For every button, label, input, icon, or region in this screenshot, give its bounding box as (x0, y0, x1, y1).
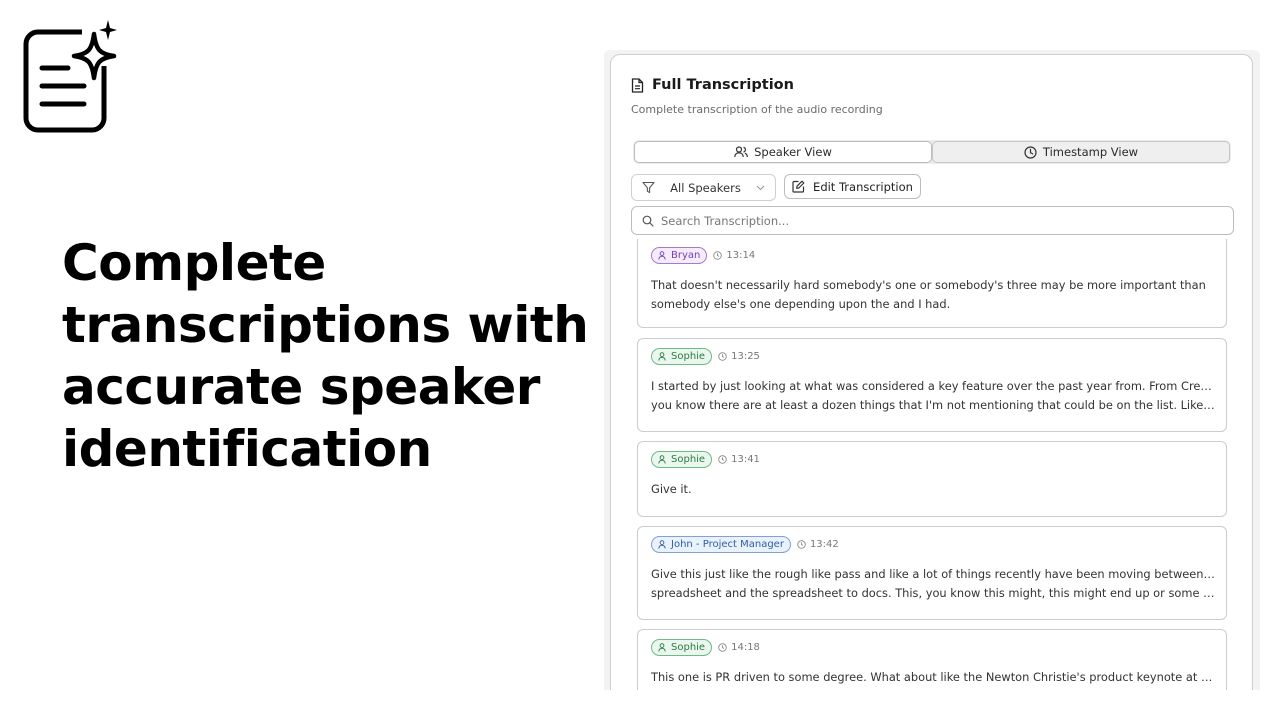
clock-icon (718, 643, 727, 652)
card-subtitle: Complete transcription of the audio reco… (631, 103, 883, 116)
ai-document-logo-icon (23, 20, 117, 133)
transcript-entry: Bryan 13:14 That doesn't necessarily har… (637, 239, 1227, 328)
clock-icon (1024, 145, 1037, 159)
clock-icon (713, 251, 723, 260)
edit-icon (792, 180, 805, 193)
transcription-list: Bryan 13:14 That doesn't necessarily har… (637, 239, 1229, 690)
transcript-entry: Sophie 13:41 Give it. (637, 441, 1227, 517)
timestamp: 13:14 (713, 250, 755, 261)
document-icon (631, 77, 644, 93)
text-line: Give this just like the rough like pass … (651, 567, 1216, 581)
timestamp: 13:25 (718, 351, 760, 362)
headline-line: accurate speaker (62, 358, 540, 416)
user-icon (658, 455, 666, 464)
headline-line: identification (62, 420, 432, 478)
transcription-card: Full Transcription Complete transcriptio… (610, 54, 1253, 690)
text-line: This one is PR driven to some degree. Wh… (651, 670, 1216, 684)
timestamp: 13:41 (718, 454, 760, 465)
user-icon (658, 251, 666, 260)
speaker-name: Bryan (671, 250, 701, 261)
text-line: That doesn't necessarily hard somebody's… (651, 278, 1206, 292)
user-icon (658, 540, 666, 549)
transcript-text: Give this just like the rough like pass … (651, 565, 1216, 603)
text-line: somebody else's one depending upon the a… (651, 297, 951, 311)
timestamp-text: 13:14 (726, 250, 756, 261)
timestamp-text: 13:42 (809, 539, 839, 550)
speaker-badge[interactable]: Sophie (651, 348, 713, 365)
headline-line: Complete (62, 234, 326, 292)
user-icon (658, 352, 666, 361)
clock-icon (718, 352, 727, 361)
filter-icon (642, 181, 655, 194)
hero-headline: Complete transcriptions with accurate sp… (62, 232, 602, 480)
view-toggle: Speaker View Timestamp View (633, 140, 1231, 164)
chevron-down-icon (756, 185, 765, 190)
filter-label: All Speakers (670, 180, 741, 195)
tab-timestamp-view[interactable]: Timestamp View (932, 141, 1230, 163)
tab-label: Timestamp View (1042, 145, 1139, 159)
speaker-name: Sophie (671, 351, 706, 362)
search-input[interactable] (661, 213, 1223, 228)
speaker-name: John - Project Manager (671, 539, 784, 550)
speaker-badge[interactable]: Sophie (651, 639, 713, 656)
timestamp: 13:42 (797, 539, 839, 550)
card-title: Full Transcription (631, 77, 794, 93)
timestamp-text: 13:25 (731, 351, 760, 362)
user-icon (658, 643, 666, 652)
tab-label: Speaker View (754, 145, 832, 159)
edit-transcription-button[interactable]: Edit Transcription (784, 174, 921, 199)
timestamp: 14:18 (718, 642, 760, 653)
search-field[interactable] (631, 206, 1234, 235)
text-line: you know there are at least a dozen thin… (651, 398, 1216, 412)
speaker-name: Sophie (671, 642, 706, 653)
transcript-text: This one is PR driven to some degree. Wh… (651, 668, 1216, 687)
speaker-filter-dropdown[interactable]: All Speakers (631, 174, 776, 201)
transcript-entry: Sophie 13:25 I started by just looking a… (637, 338, 1227, 432)
card-title-text: Full Transcription (652, 77, 794, 93)
timestamp-text: 14:18 (731, 642, 760, 653)
speaker-name: Sophie (671, 454, 706, 465)
app-screenshot-frame: Full Transcription Complete transcriptio… (604, 50, 1260, 690)
edit-label: Edit Transcription (813, 179, 913, 194)
tab-speaker-view[interactable]: Speaker View (634, 141, 932, 163)
text-line: spreadsheet and the spreadsheet to docs.… (651, 586, 1216, 600)
text-line: Give it. (651, 482, 692, 496)
search-icon (642, 215, 654, 227)
headline-line: transcriptions with (62, 296, 589, 354)
users-icon (734, 146, 749, 158)
speaker-badge[interactable]: Bryan (651, 247, 708, 264)
clock-icon (797, 540, 806, 549)
transcript-entry: John - Project Manager 13:42 Give this j… (637, 526, 1227, 620)
transcript-text: That doesn't necessarily hard somebody's… (651, 276, 1216, 314)
transcript-text: Give it. (651, 480, 1216, 499)
speaker-badge[interactable]: Sophie (651, 451, 713, 468)
speaker-badge[interactable]: John - Project Manager (651, 536, 791, 553)
text-line: I started by just looking at what was co… (651, 379, 1216, 393)
transcript-text: I started by just looking at what was co… (651, 377, 1216, 415)
clock-icon (718, 455, 727, 464)
transcript-entry: Sophie 14:18 This one is PR driven to so… (637, 629, 1227, 690)
timestamp-text: 13:41 (731, 454, 760, 465)
